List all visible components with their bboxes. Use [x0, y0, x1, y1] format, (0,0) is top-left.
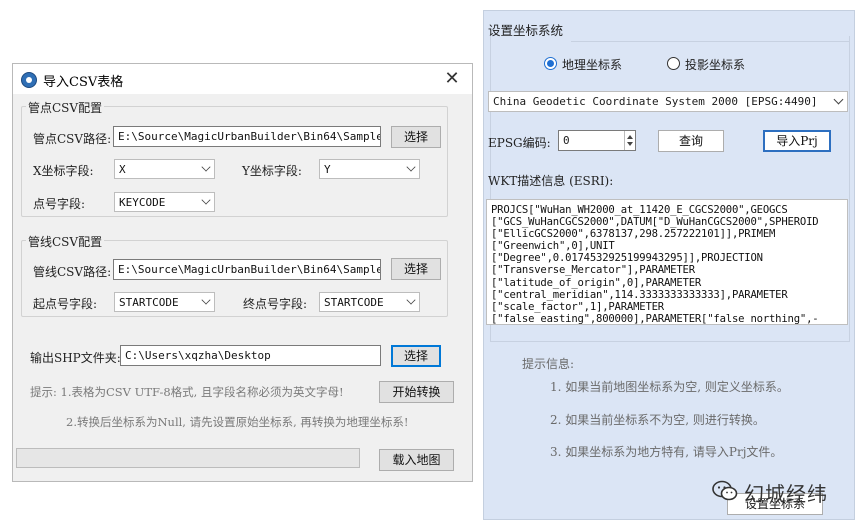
chevron-down-icon	[201, 195, 211, 205]
point-path-select-button[interactable]: 选择	[391, 126, 441, 148]
point-path-input[interactable]: E:\Source\MagicUrbanBuilder\Bin64\Sample…	[113, 126, 381, 147]
end-field-select[interactable]: STARTCODE	[319, 292, 420, 312]
point-path-label: 管点CSV路径:	[33, 132, 112, 146]
spin-down-icon	[627, 142, 633, 146]
chevron-down-icon	[406, 162, 416, 172]
wkt-textarea[interactable]: PROJCS["WuHan_WH2000_at_11420_E_CGCS2000…	[486, 199, 848, 325]
epsg-label: EPSG编码:	[488, 136, 551, 150]
radio-projected-label: 投影坐标系	[685, 58, 746, 72]
close-button[interactable]: ✕	[437, 66, 467, 92]
radio-geographic[interactable]	[544, 57, 557, 70]
x-field-value: X	[119, 163, 126, 176]
dialog-title: 导入CSV表格	[43, 75, 124, 90]
crs-panel: 设置坐标系统 地理坐标系 投影坐标系 China Geodetic Coordi…	[483, 10, 855, 520]
x-field-label: X坐标字段:	[33, 164, 94, 178]
line-path-select-button[interactable]: 选择	[391, 258, 441, 280]
wechat-icon	[712, 480, 738, 501]
tip-line-2: 2.转换后坐标系为Null, 请先设置原始坐标系, 再转换为地理坐标系!	[66, 415, 409, 429]
radio-geographic-label: 地理坐标系	[562, 58, 623, 72]
y-field-label: Y坐标字段:	[242, 164, 302, 178]
crs-selected-value: China Geodetic Coordinate System 2000 [E…	[493, 95, 818, 108]
import-csv-dialog: 导入CSV表格 ✕ 管点CSV配置 管点CSV路径: E:\Source\Mag…	[12, 63, 473, 482]
close-icon: ✕	[444, 68, 460, 89]
progress-bar	[16, 448, 360, 468]
chevron-down-icon	[201, 162, 211, 172]
radio-projected[interactable]	[667, 57, 680, 70]
start-field-select[interactable]: STARTCODE	[114, 292, 215, 312]
x-field-select[interactable]: X	[114, 159, 215, 179]
start-field-value: STARTCODE	[119, 296, 179, 309]
output-folder-label: 输出SHP文件夹:	[30, 351, 121, 365]
query-button[interactable]: 查询	[658, 130, 724, 152]
start-convert-button[interactable]: 开始转换	[379, 381, 454, 403]
line-path-label: 管线CSV路径:	[33, 265, 112, 279]
app-icon	[21, 72, 37, 88]
end-field-label: 终点号字段:	[243, 297, 308, 311]
id-field-label: 点号字段:	[33, 197, 86, 211]
chevron-down-icon	[833, 94, 844, 105]
hint-title: 提示信息:	[522, 357, 575, 371]
hint-item-3: 3. 如果坐标系为地方特有, 请导入Prj文件。	[550, 445, 783, 459]
chevron-down-icon	[201, 295, 211, 305]
chevron-down-icon	[406, 295, 416, 305]
point-csv-group-title: 管点CSV配置	[26, 99, 105, 116]
line-path-input[interactable]: E:\Source\MagicUrbanBuilder\Bin64\Sample…	[113, 259, 381, 280]
end-field-value: STARTCODE	[324, 296, 384, 309]
start-field-label: 起点号字段:	[33, 297, 98, 311]
watermark-text: 幻城经纬	[744, 482, 828, 506]
tip-line-1: 提示: 1.表格为CSV UTF-8格式, 且字段名称必须为英文字母!	[30, 385, 344, 399]
crs-select[interactable]: China Geodetic Coordinate System 2000 [E…	[488, 91, 848, 112]
load-map-button[interactable]: 载入地图	[379, 449, 454, 471]
line-csv-group-title: 管线CSV配置	[26, 233, 105, 250]
hint-item-1: 1. 如果当前地图坐标系为空, 则定义坐标系。	[550, 380, 789, 394]
wkt-label: WKT描述信息 (ESRI):	[488, 174, 614, 188]
dialog-titlebar: 导入CSV表格 ✕	[13, 64, 472, 94]
epsg-spinner[interactable]	[624, 131, 635, 150]
spin-up-icon	[627, 135, 633, 139]
import-prj-button[interactable]: 导入Prj	[763, 130, 831, 152]
y-field-select[interactable]: Y	[319, 159, 420, 179]
id-field-select[interactable]: KEYCODE	[114, 192, 215, 212]
y-field-value: Y	[324, 163, 331, 176]
watermark: 幻城经纬	[712, 478, 862, 508]
id-field-value: KEYCODE	[119, 196, 166, 209]
output-select-button[interactable]: 选择	[391, 345, 441, 367]
output-folder-input[interactable]: C:\Users\xqzha\Desktop	[120, 345, 381, 366]
hint-item-2: 2. 如果当前坐标系不为空, 则进行转换。	[550, 413, 765, 427]
